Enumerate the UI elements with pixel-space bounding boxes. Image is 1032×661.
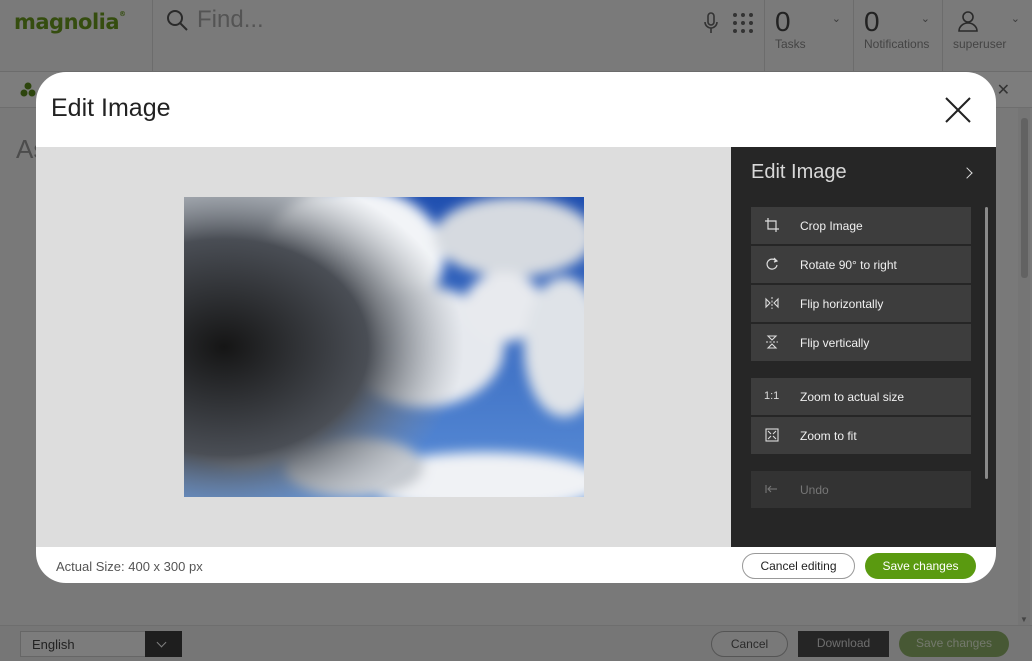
- flip-vertical-icon: [766, 335, 778, 349]
- crop-image-button[interactable]: Crop Image: [751, 207, 971, 244]
- crop-icon: [765, 218, 779, 232]
- dialog-title: Edit Image: [51, 94, 171, 122]
- save-changes-button[interactable]: Save changes: [865, 553, 976, 579]
- actual-size-label: Actual Size: 400 x 300 px: [56, 559, 203, 574]
- panel-scrollbar[interactable]: [985, 207, 988, 479]
- cloud-sky-photo: [184, 197, 584, 497]
- panel-title: Edit Image: [751, 161, 847, 183]
- zoom-actual-size-button[interactable]: 1:1 Zoom to actual size: [751, 378, 971, 415]
- flip-horizontal-icon: [765, 297, 779, 309]
- zoom-to-fit-button[interactable]: Zoom to fit: [751, 417, 971, 454]
- zoom-actual-icon: 1:1: [764, 390, 780, 402]
- image-canvas[interactable]: [36, 147, 731, 547]
- edited-image[interactable]: [184, 197, 584, 497]
- flip-horizontal-button[interactable]: Flip horizontally: [751, 285, 971, 322]
- rotate-right-icon: [766, 257, 779, 270]
- close-icon[interactable]: [942, 94, 974, 126]
- rotate-right-button[interactable]: Rotate 90° to right: [751, 246, 971, 283]
- chevron-right-icon[interactable]: [961, 167, 973, 179]
- undo-icon: [765, 485, 777, 493]
- undo-button[interactable]: Undo: [751, 471, 971, 508]
- cancel-editing-button[interactable]: Cancel editing: [742, 553, 855, 579]
- edit-image-dialog: Edit Image Edit Image Crop Image Rotate …: [36, 72, 996, 583]
- zoom-fit-icon: [765, 428, 779, 442]
- flip-vertical-button[interactable]: Flip vertically: [751, 324, 971, 361]
- edit-image-panel: Edit Image Crop Image Rotate 90° to righ…: [731, 147, 996, 547]
- dialog-footer: Actual Size: 400 x 300 px Cancel editing…: [36, 547, 996, 583]
